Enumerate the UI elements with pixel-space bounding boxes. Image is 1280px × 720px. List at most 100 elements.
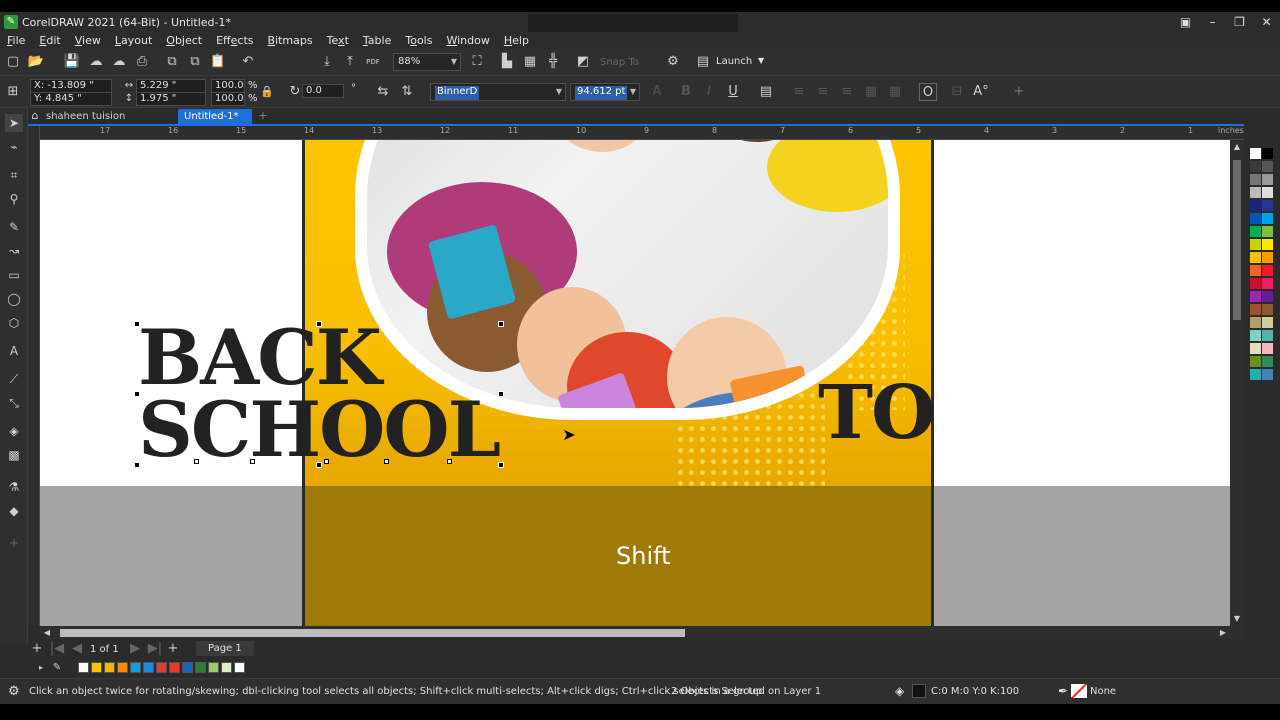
y-position-field[interactable]: Y: 4.845 " <box>30 92 112 106</box>
menu-item-help[interactable]: Help <box>497 34 536 47</box>
font-features-icon[interactable]: A° <box>972 83 990 101</box>
palette-swatch[interactable] <box>1250 174 1261 185</box>
palette-swatch[interactable] <box>1262 278 1273 289</box>
show-grid-icon[interactable]: ▦ <box>521 53 539 71</box>
palette-swatch[interactable] <box>1250 291 1261 302</box>
menu-item-window[interactable]: Window <box>439 34 496 47</box>
close-button[interactable]: ✕ <box>1253 12 1280 32</box>
document-palette-swatch[interactable] <box>195 662 206 673</box>
settings-gear-icon[interactable]: ⚙ <box>8 684 20 699</box>
fill-icon[interactable]: ◈ <box>895 684 904 698</box>
ellipse-tool-icon[interactable]: ◯ <box>5 290 23 308</box>
drawing-canvas[interactable]: TO BACK SCHOOL ➤ Shift <box>40 140 1230 626</box>
selection-handle-tm[interactable] <box>316 321 322 327</box>
selection-handle-ml[interactable] <box>134 391 140 397</box>
node-handle[interactable] <box>194 459 199 464</box>
scroll-left-icon[interactable]: ◀ <box>40 626 54 639</box>
add-page-after-icon[interactable]: + <box>164 640 182 658</box>
drop-shadow-icon[interactable]: ◈ <box>5 422 23 440</box>
import-icon[interactable]: ⤓ <box>318 53 336 71</box>
menu-item-text[interactable]: Text <box>320 34 356 47</box>
selection-handle-tr[interactable] <box>498 321 504 327</box>
menu-item-bitmaps[interactable]: Bitmaps <box>261 34 320 47</box>
document-palette-swatch[interactable] <box>169 662 180 673</box>
menu-item-edit[interactable]: Edit <box>32 34 67 47</box>
page-1-tab[interactable]: Page 1 <box>196 641 254 656</box>
palette-swatch[interactable] <box>1262 356 1273 367</box>
document-palette-swatch[interactable] <box>143 662 154 673</box>
palette-swatch[interactable] <box>1262 291 1273 302</box>
launch-chevron-icon[interactable]: ▼ <box>758 56 764 65</box>
print-icon[interactable]: ⎙ <box>133 53 151 71</box>
new-document-icon[interactable]: ▢ <box>4 53 22 71</box>
crop-tool-icon[interactable]: ⌗ <box>5 166 23 184</box>
snap-off-icon[interactable]: ◩ <box>574 53 592 71</box>
selection-handle-bm[interactable] <box>316 462 322 468</box>
copy-icon[interactable]: ⧉ <box>186 53 204 71</box>
palette-swatch[interactable] <box>1250 213 1261 224</box>
selection-handle-mr[interactable] <box>498 391 504 397</box>
palette-swatch[interactable] <box>1262 200 1273 211</box>
tab-shaheen-tuision-center[interactable]: shaheen tuision center.cdr <box>40 109 178 138</box>
add-page-before-icon[interactable]: + <box>28 640 46 658</box>
node-handle[interactable] <box>447 459 452 464</box>
document-palette-swatch[interactable] <box>182 662 193 673</box>
parallel-dimension-icon[interactable]: ⟋ <box>5 370 23 388</box>
document-palette-swatch[interactable] <box>156 662 167 673</box>
palette-swatch[interactable] <box>1262 161 1273 172</box>
palette-swatch[interactable] <box>1250 343 1261 354</box>
artistic-media-icon[interactable]: ↝ <box>5 242 23 260</box>
polygon-tool-icon[interactable]: ⬡ <box>5 314 23 332</box>
vertical-scroll-thumb[interactable] <box>1233 160 1241 320</box>
design-word-to[interactable]: TO <box>818 376 936 450</box>
numbered-list-icon[interactable]: ≡ <box>814 83 832 101</box>
font-size-select[interactable]: 94.612 pt ▼ <box>570 83 640 101</box>
palette-swatch[interactable] <box>1262 317 1273 328</box>
palette-swatch[interactable] <box>1250 161 1261 172</box>
menu-item-layout[interactable]: Layout <box>108 34 159 47</box>
palette-swatch[interactable] <box>1262 265 1273 276</box>
palette-swatch[interactable] <box>1250 239 1261 250</box>
menu-item-view[interactable]: View <box>68 34 108 47</box>
palette-swatch[interactable] <box>1250 265 1261 276</box>
export-pdf-icon[interactable]: PDF <box>364 53 382 71</box>
add-tool-icon[interactable]: + <box>5 534 23 552</box>
shape-tool-icon[interactable]: ⌁ <box>5 138 23 156</box>
palette-swatch[interactable] <box>1262 330 1273 341</box>
palette-swatch[interactable] <box>1262 343 1273 354</box>
document-palette-swatch[interactable] <box>91 662 102 673</box>
palette-swatch[interactable] <box>1262 213 1273 224</box>
pick-tool-icon[interactable]: ➤ <box>5 114 23 132</box>
palette-swatch[interactable] <box>1250 187 1261 198</box>
undo-icon[interactable]: ↶ <box>239 53 257 71</box>
width-field[interactable]: 5.229 " <box>136 79 206 93</box>
menu-item-tools[interactable]: Tools <box>398 34 439 47</box>
palette-swatch[interactable] <box>1250 317 1261 328</box>
palette-swatch[interactable] <box>1250 252 1261 263</box>
transparency-icon[interactable]: ▩ <box>5 446 23 464</box>
palette-swatch[interactable] <box>1262 174 1273 185</box>
show-rulers-icon[interactable]: ▙ <box>498 53 516 71</box>
palette-swatch[interactable] <box>1250 304 1261 315</box>
scroll-up-icon[interactable]: ▲ <box>1230 140 1244 154</box>
next-page-icon[interactable]: ▶ <box>126 640 144 658</box>
first-page-icon[interactable]: |◀ <box>48 640 66 658</box>
rectangle-tool-icon[interactable]: ▭ <box>5 266 23 284</box>
document-palette-swatch[interactable] <box>78 662 89 673</box>
menu-item-object[interactable]: Object <box>159 34 209 47</box>
design-word-school[interactable]: SCHOOL <box>138 392 501 468</box>
underline-icon[interactable]: U <box>724 83 742 101</box>
text-properties-icon[interactable]: ▦ <box>862 83 880 101</box>
text-tool-icon[interactable]: A <box>5 342 23 360</box>
full-screen-icon[interactable]: ⛶ <box>468 53 486 71</box>
palette-swatch[interactable] <box>1262 239 1273 250</box>
tab-untitled-1[interactable]: Untitled-1* <box>178 109 252 125</box>
menu-item-table[interactable]: Table <box>356 34 398 47</box>
palette-swatch[interactable] <box>1262 369 1273 380</box>
bullet-list-icon[interactable]: ≡ <box>790 83 808 101</box>
new-tab-icon[interactable]: + <box>254 108 272 124</box>
horizontal-text-icon[interactable]: ⊟ <box>948 83 966 101</box>
connector-tool-icon[interactable]: ⤡ <box>5 394 23 412</box>
italic-icon[interactable]: I <box>700 83 718 101</box>
zoom-tool-icon[interactable]: ⚲ <box>5 190 23 208</box>
